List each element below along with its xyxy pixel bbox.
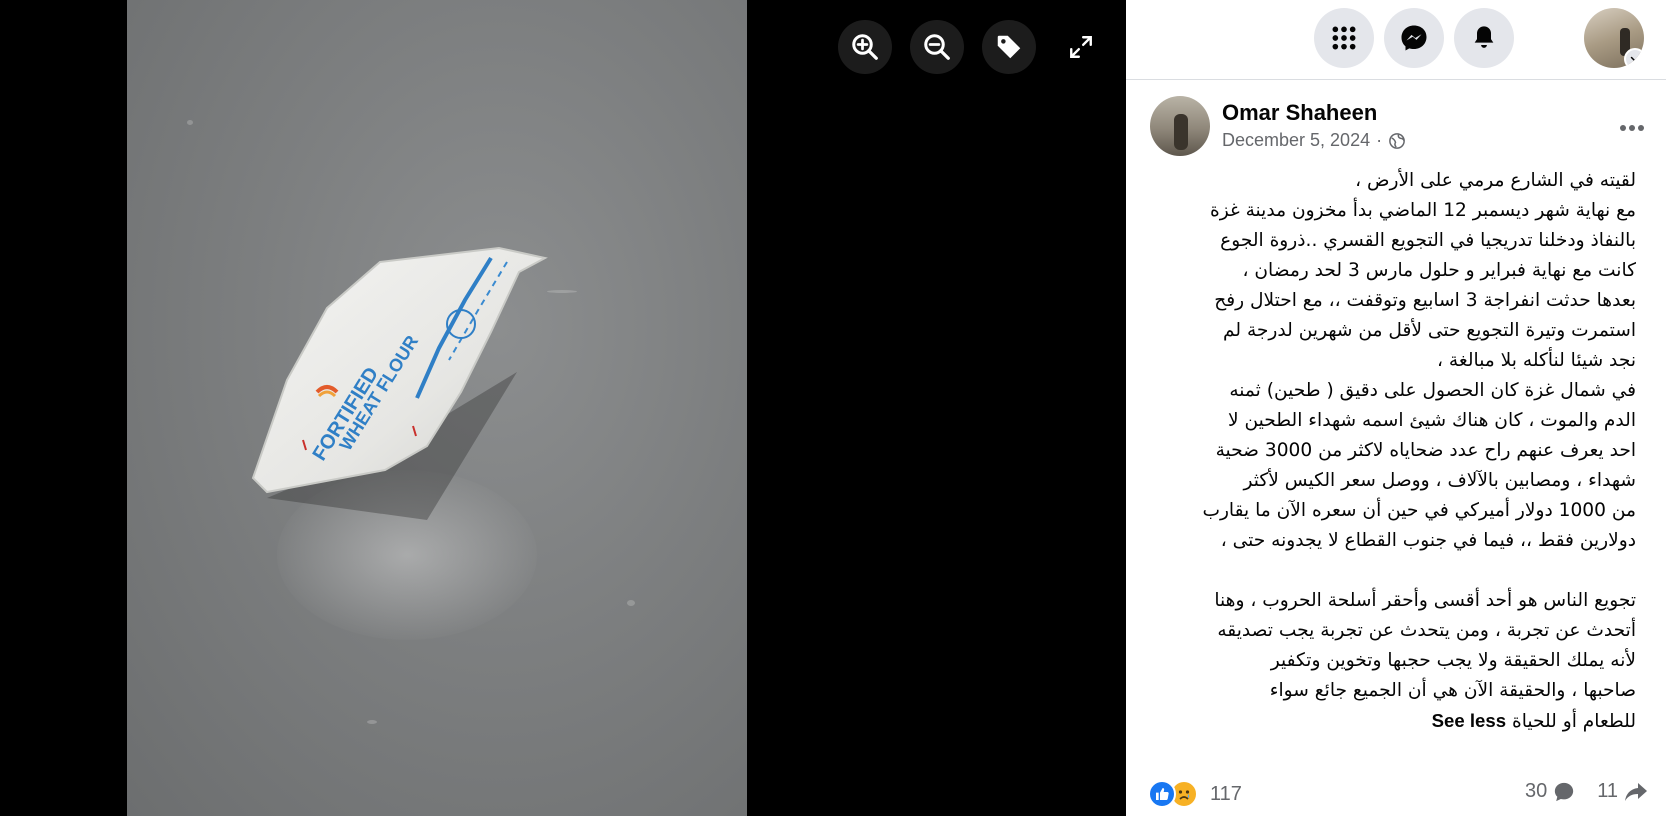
notifications-button[interactable] [1454,8,1514,68]
account-menu-chevron[interactable] [1624,48,1644,68]
post-line: أتحدث عن تجربة ، ومن يتحدث عن تجربة يجب … [1217,620,1636,641]
thumbs-up-icon [1156,788,1169,801]
post-header: Omar Shaheen December 5, 2024 · [1150,96,1650,158]
zoom-out-button[interactable] [910,20,964,74]
post-line: احد يعرف عنهم راح عدد ضحاياه لاكثر من 30… [1215,440,1636,461]
author-name[interactable]: Omar Shaheen [1222,100,1377,126]
reaction-count: 117 [1210,782,1242,805]
shares-count-button[interactable]: 11 [1597,780,1648,803]
zoom-in-icon [852,34,878,60]
menu-grid-icon [1332,26,1356,50]
post-date[interactable]: December 5, 2024 [1222,130,1370,151]
share-icon [1625,782,1647,801]
post-text: لقيته في الشارع مرمي على الأرض ، مع نهاي… [1148,166,1636,737]
tag-icon [997,35,1021,59]
viewer-toolbar [838,20,1108,74]
zoom-out-icon [924,34,950,60]
engagement-counts: 30 11 [1525,780,1648,803]
post-line: نجد شيئا لنأكله بلا مبالغة ، [1437,350,1636,371]
fullscreen-button[interactable] [1054,20,1108,74]
post-line: لقيته في الشارع مرمي على الأرض ، [1355,170,1636,191]
more-dots-icon [1620,125,1644,131]
tag-photo-button[interactable] [982,20,1036,74]
post-line-last: للطعام أو للحياة See less [1148,706,1636,737]
post-line: بعدها حدثت انفراجة 3 اسابيع وتوقفت ،، مع… [1214,290,1636,311]
meta-separator: · [1376,130,1383,150]
expand-icon [1070,36,1092,58]
flour-bag: FORTIFIED WHEAT FLOUR [251,246,548,520]
post-photo[interactable]: FORTIFIED WHEAT FLOUR [127,0,747,816]
bell-icon [1474,26,1494,48]
see-less-link[interactable]: See less [1432,710,1506,731]
zoom-in-button[interactable] [838,20,892,74]
post-line: بالنفاذ ودخلنا تدريجيا في التجويع القسري… [1220,230,1636,251]
post-line: لأنه يملك الحقيقة ولا يجب حجبها وتخوين و… [1270,650,1636,671]
profile-avatar[interactable] [1584,8,1644,68]
chevron-down-icon [1630,56,1640,63]
post-line: الدم والموت ، كان هناك شيئ اسمه شهداء ال… [1228,410,1636,431]
comments-count-button[interactable]: 30 [1525,780,1575,803]
post-panel: Omar Shaheen December 5, 2024 · لقيته في… [1126,0,1666,816]
top-navigation [1126,0,1666,80]
comment-icon [1555,782,1574,801]
post-line: صاحبها ، والحقيقة الآن هي أن الجميع جائع… [1269,680,1636,701]
comments-count: 30 [1524,780,1548,802]
post-line: تجويع الناس هو أحد أقسى وأحقر أسلحة الحر… [1214,590,1636,611]
menu-button[interactable] [1314,8,1374,68]
post-line: دولارين فقط ،، فيما في جنوب القطاع لا يج… [1220,530,1636,551]
post-line: كانت مع نهاية فبراير و حلول مارس 3 لحد ر… [1242,260,1636,281]
like-reaction [1148,780,1176,808]
author-avatar[interactable] [1150,96,1210,156]
post-line: في شمال غزة كان الحصول على دقيق ( طحين) … [1229,380,1636,401]
author-avatar-figure [1174,114,1188,150]
post-line: للطعام أو للحياة [1511,711,1636,732]
messenger-icon [1401,25,1427,51]
post-footer: 117 30 11 [1148,780,1648,812]
globe-icon[interactable] [1388,132,1406,150]
post-meta: December 5, 2024 · [1222,130,1406,151]
messenger-button[interactable] [1384,8,1444,68]
shares-count: 11 [1597,780,1618,802]
post-line: مع نهاية شهر ديسمبر 12 الماضي بدأ مخزون … [1209,200,1636,221]
reactions-summary[interactable]: 117 [1148,780,1242,808]
post-options-button[interactable] [1614,110,1650,146]
photo-viewer: FORTIFIED WHEAT FLOUR [0,0,1126,816]
post-line: استمرت وتيرة التجويع حتى لأقل من شهرين ل… [1223,320,1636,341]
post-line: من 1000 دولار أميركي في حين أن سعره الآن… [1202,500,1636,521]
post-line: شهداء ، ومصابين بالآلاف ، ووصل سعر الكيس… [1243,470,1636,491]
